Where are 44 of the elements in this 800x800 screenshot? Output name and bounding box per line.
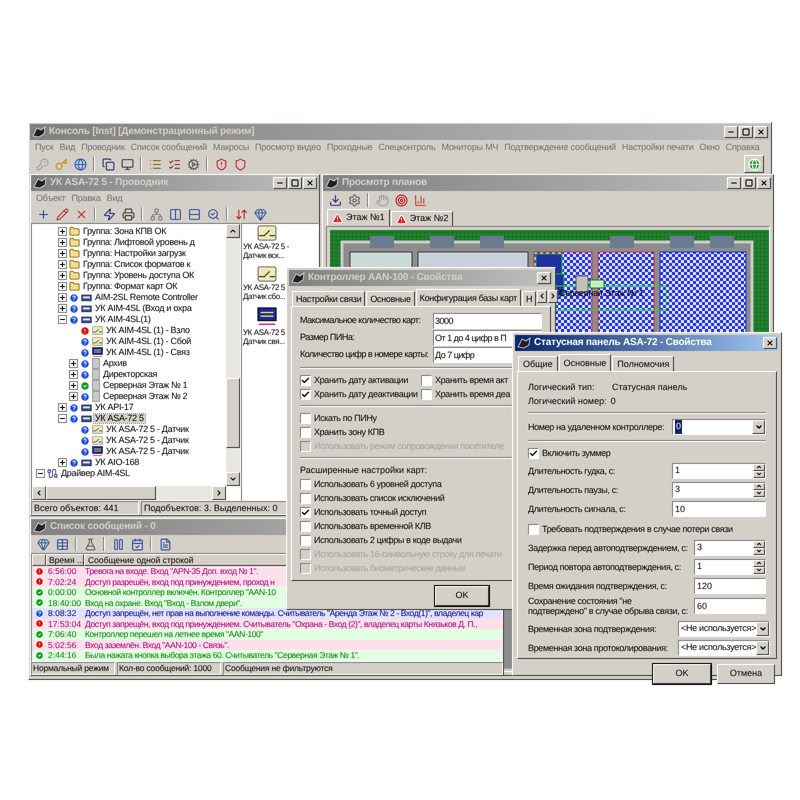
table-cell-text: 17:53:04: [47, 620, 82, 628]
info-value: 0: [610, 396, 616, 406]
table-cell-text: 2:44:16: [47, 651, 78, 660]
table-cell: Вход заземлён. Вход "AAN-100 - Связь".: [84, 640, 230, 649]
table-cell-text: 7:06:40: [47, 630, 78, 638]
info-value: Статусная панель: [612, 382, 688, 392]
table-cell-text: 8:08:32: [47, 609, 78, 618]
table-cell: Контроллер перешел на летнее время "AAN-100": [84, 630, 264, 638]
field-label: Задержка перед автоподтверждением, с:: [528, 542, 689, 552]
status-text: Нормальный режим: [31, 662, 115, 675]
table-cell: Основной контроллер включён. Контроллер "AAN-10: [84, 588, 277, 596]
window-title: Просмотр планов: [342, 178, 427, 188]
window-title: УК ASA-72 5 - Проводник: [50, 178, 168, 188]
field-label: Длительность паузы, с:: [528, 484, 620, 494]
table-cell-text: 18:40:00: [47, 598, 82, 607]
field-label: Максимальное количество карт:: [300, 316, 422, 325]
status-text: Сообщения не фильтруются: [223, 662, 503, 675]
table-cell: Доступ запрещён, нет прав на выполнение команды. Считыватель "Аренда Этаж № 2 - Вход(1)", владелец кар: [84, 609, 484, 618]
info-label: Логический номер:: [528, 396, 607, 406]
info-label: Логический тип:: [528, 382, 596, 392]
table-cell: Доступ разрешён, вход под принуждением, проход н: [84, 578, 276, 586]
table-cell-text: 0:00:00: [47, 588, 78, 596]
status-text: Кол-во сообщений: 1000: [117, 662, 221, 675]
field-label: Период повтора автоподтверждения, с:: [528, 562, 682, 572]
field-label: Длительность гудка, с:: [528, 466, 616, 476]
table-cell-text: 6:56:00: [47, 567, 78, 576]
field-label: Размер ПИНа:: [300, 333, 356, 342]
field-label: Временная зона протоколирования:: [528, 642, 669, 652]
field-label: Длительность сигнала, с:: [528, 504, 626, 514]
table-cell: Вход на охране. Вход "Вход - Взлом двери".: [84, 598, 243, 607]
status-text: Всего объектов: 441: [31, 501, 139, 515]
selected-value: 0: [675, 420, 682, 434]
table-cell-text: 5:02:56: [47, 640, 78, 649]
table-cell: Была нажата кнопка выбора этажа 60. Считыватель "Серверная Этаж № 1".: [84, 651, 360, 660]
table-cell: Доступ запрещён, вход под принуждением. Считыватель "Охрана - Вход (2)", владелец карты Князьков Д. П.,: [84, 620, 478, 628]
window-title: Консоль [Inst] [Демонстрационный режим]: [49, 127, 254, 137]
window-title: Список сообщений - 0: [50, 522, 156, 532]
field-label: Номер на удаленном контроллере:: [528, 422, 666, 432]
field-label: Количество цифр в номере карты:: [300, 350, 430, 359]
field-label: Время ожидания подтверждения, с:: [528, 580, 668, 590]
field-label: Сохранение состояния "не подтверждено" в случае обрыва связи, с:: [528, 596, 689, 616]
table-cell-text: 7:02:24: [47, 578, 78, 586]
table-cell: Тревога на входе. Вход "APN-35 Доп. вход № 1".: [84, 567, 260, 576]
field-label: Временная зона подтверждения:: [528, 624, 658, 634]
